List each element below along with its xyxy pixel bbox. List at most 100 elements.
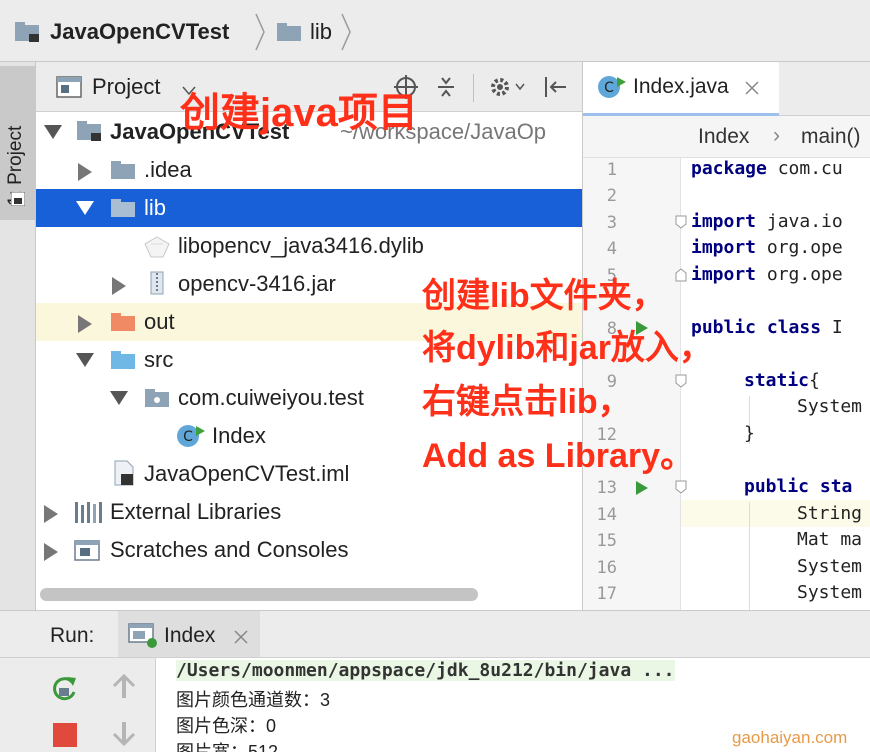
scroll-down-icon[interactable] bbox=[112, 720, 136, 746]
excluded-folder-icon bbox=[111, 313, 135, 331]
expand-arrow-icon[interactable] bbox=[76, 201, 94, 215]
breadcrumb-folder[interactable]: lib bbox=[276, 16, 332, 48]
run-label: Run: bbox=[50, 624, 95, 647]
tree-item-label: out bbox=[144, 309, 175, 334]
tree-item-label: .idea bbox=[144, 157, 192, 182]
run-tab-label: Index bbox=[164, 624, 216, 647]
code-line[interactable]: public class I bbox=[691, 317, 843, 338]
scratches-icon bbox=[74, 540, 100, 561]
console-command-line: /Users/moonmen/appspace/jdk_8u212/bin/ja… bbox=[176, 660, 675, 681]
code-line[interactable]: } bbox=[744, 423, 755, 444]
breadcrumb-separator-icon bbox=[341, 13, 351, 51]
binary-file-icon bbox=[144, 236, 170, 258]
editor-tab-index-java[interactable]: C Index.java bbox=[583, 62, 779, 116]
tree-item-label: src bbox=[144, 347, 174, 372]
expand-arrow-icon[interactable] bbox=[76, 353, 94, 367]
close-tab-icon[interactable] bbox=[234, 630, 248, 644]
project-panel-title[interactable]: Project bbox=[92, 74, 160, 100]
fold-marker-icon[interactable] bbox=[675, 374, 687, 388]
code-text: org.ope bbox=[756, 264, 843, 285]
console-line: 图片颜色通道数：3 bbox=[176, 690, 331, 710]
fold-marker-icon[interactable] bbox=[675, 480, 687, 494]
hide-panel-icon[interactable] bbox=[542, 75, 568, 99]
tree-item-label: Scratches and Consoles bbox=[110, 537, 349, 562]
line-number: 15 bbox=[596, 531, 617, 551]
expand-arrow-icon[interactable] bbox=[78, 163, 92, 181]
line-number: 4 bbox=[606, 239, 617, 259]
close-tab-icon[interactable] bbox=[745, 81, 759, 95]
run-tab-index[interactable]: Index bbox=[118, 611, 260, 657]
fold-marker-icon[interactable] bbox=[675, 268, 687, 282]
folder-icon bbox=[111, 199, 135, 217]
code-text: String bbox=[797, 503, 863, 524]
editor-tab-bar: C Index.java bbox=[583, 62, 870, 116]
code-line[interactable]: Mat ma bbox=[797, 529, 862, 550]
fold-marker-icon[interactable] bbox=[675, 215, 687, 229]
breadcrumb-project[interactable]: JavaOpenCVTest bbox=[14, 16, 229, 48]
left-tool-stripe: 1: Project bbox=[0, 62, 36, 610]
tree-item-lib[interactable]: lib bbox=[36, 189, 582, 227]
stop-icon[interactable] bbox=[52, 722, 78, 748]
code-breadcrumb-separator: › bbox=[773, 124, 780, 147]
tree-item-idea[interactable]: .idea bbox=[36, 151, 582, 189]
tree-item-label: JavaOpenCVTest.iml bbox=[144, 461, 350, 486]
folder-icon bbox=[277, 23, 301, 41]
tree-item-label: Index bbox=[212, 423, 266, 448]
horizontal-scrollbar[interactable] bbox=[40, 588, 478, 601]
annotation-step-line: 创建lib文件夹， bbox=[422, 277, 666, 315]
project-folder-icon bbox=[15, 22, 39, 42]
collapse-all-icon[interactable] bbox=[436, 75, 456, 99]
code-line[interactable]: import java.io bbox=[691, 211, 843, 232]
tree-item-label: opencv-3416.jar bbox=[178, 271, 336, 296]
code-line[interactable]: import org.ope bbox=[691, 237, 843, 258]
line-number: 17 bbox=[596, 584, 617, 604]
tree-item-label: com.cuiweiyou.test bbox=[178, 385, 364, 410]
code-breadcrumb-method[interactable]: main() bbox=[801, 125, 861, 149]
expand-arrow-icon[interactable] bbox=[112, 277, 126, 295]
code-text: System bbox=[797, 582, 863, 603]
code-text: { bbox=[809, 370, 820, 391]
tree-item-dylib[interactable]: libopencv_java3416.dylib bbox=[36, 227, 582, 265]
code-line[interactable]: public sta bbox=[744, 476, 852, 497]
run-gutter-icon[interactable] bbox=[635, 480, 649, 496]
code-breadcrumb-class[interactable]: Index bbox=[698, 125, 749, 149]
project-tool-icon bbox=[11, 192, 25, 206]
tree-item-external-libraries[interactable]: External Libraries bbox=[36, 493, 582, 531]
code-text: org.ope bbox=[756, 237, 843, 258]
code-keyword: package bbox=[691, 158, 767, 179]
run-tool-bar: Run: Index bbox=[0, 610, 870, 658]
code-keyword: import bbox=[691, 264, 757, 285]
tree-item-scratches[interactable]: Scratches and Consoles bbox=[36, 531, 582, 569]
scroll-up-icon[interactable] bbox=[112, 674, 136, 700]
code-keyword: import bbox=[691, 211, 757, 232]
line-number: 3 bbox=[606, 213, 617, 233]
project-tool-tab[interactable]: 1: Project bbox=[0, 66, 36, 220]
code-line[interactable]: package com.cu bbox=[691, 158, 843, 179]
expand-arrow-icon[interactable] bbox=[110, 391, 128, 405]
code-line[interactable]: System bbox=[797, 582, 862, 603]
code-line[interactable]: String bbox=[797, 503, 862, 524]
editor-tab-label: Index.java bbox=[633, 75, 729, 98]
expand-arrow-icon[interactable] bbox=[44, 505, 58, 523]
source-folder-icon bbox=[111, 351, 135, 369]
expand-arrow-icon[interactable] bbox=[44, 543, 58, 561]
code-line[interactable]: System bbox=[797, 396, 862, 417]
rerun-icon[interactable] bbox=[50, 674, 80, 704]
jar-archive-icon bbox=[150, 271, 164, 295]
svg-text:C: C bbox=[183, 429, 193, 445]
line-number: 14 bbox=[596, 505, 617, 525]
expand-arrow-icon[interactable] bbox=[44, 125, 62, 139]
settings-gear-icon[interactable] bbox=[488, 75, 526, 99]
code-line[interactable]: System bbox=[797, 556, 862, 577]
header-divider bbox=[473, 74, 474, 102]
annotation-step-line: Add as Library。 bbox=[422, 437, 695, 475]
console-line: 图片色深：0 bbox=[176, 716, 277, 736]
code-line[interactable]: import org.ope bbox=[691, 264, 843, 285]
code-keyword: import bbox=[691, 237, 757, 258]
line-number: 1 bbox=[606, 160, 617, 180]
watermark: gaohaiyan.com bbox=[732, 728, 848, 747]
code-text: } bbox=[744, 423, 755, 444]
breadcrumb-project-label: JavaOpenCVTest bbox=[50, 19, 230, 44]
expand-arrow-icon[interactable] bbox=[78, 315, 92, 333]
code-line[interactable]: static{ bbox=[744, 370, 820, 391]
